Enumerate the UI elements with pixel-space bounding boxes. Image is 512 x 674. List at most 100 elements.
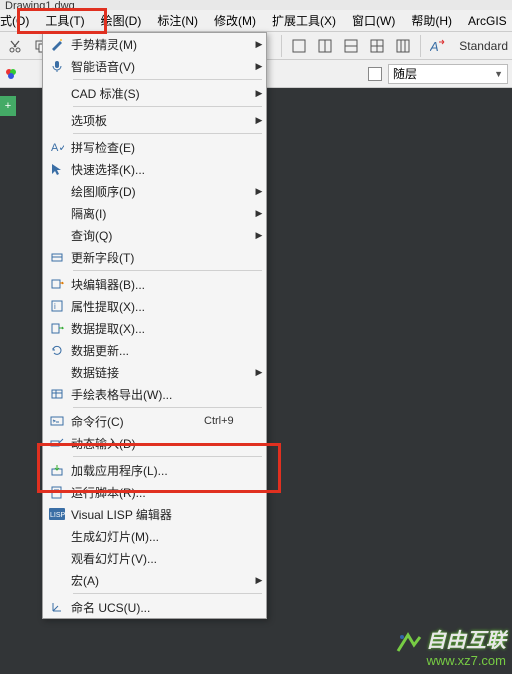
menu-separator — [73, 79, 262, 80]
menu-item-label: 命名 UCS(U)... — [71, 599, 204, 616]
svg-text:LISP: LISP — [50, 512, 65, 519]
color-swatch[interactable] — [368, 67, 382, 81]
menu-item[interactable]: 块编辑器(B)... — [43, 273, 266, 295]
menu-item-shortcut: Ctrl+9 — [204, 415, 252, 427]
menu-item-label: 隔离(I) — [71, 205, 204, 222]
color-button[interactable] — [4, 67, 20, 81]
submenu-arrow-icon: ▶ — [252, 115, 266, 126]
menu-item[interactable]: 动态输入(D) — [43, 432, 266, 454]
block-icon — [43, 277, 71, 291]
sidebar-tab[interactable]: + — [0, 96, 16, 116]
menu-item[interactable]: 命令行(C)Ctrl+9 — [43, 410, 266, 432]
menu-item[interactable]: 选项板 ▶ — [43, 109, 266, 131]
menu-item[interactable]: 更新字段(T) — [43, 246, 266, 268]
menu-item[interactable]: A✓拼写检查(E) — [43, 136, 266, 158]
menu-item[interactable]: 快速选择(K)... — [43, 158, 266, 180]
cut-button[interactable] — [4, 35, 26, 57]
menu-item-label: 数据更新... — [71, 342, 204, 359]
layer-combo-value: 随层 — [393, 65, 417, 82]
spell-icon: A✓ — [43, 140, 71, 154]
grid4-button[interactable] — [366, 35, 388, 57]
gridx-button[interactable] — [392, 35, 414, 57]
dyn-icon — [43, 436, 71, 450]
field-icon — [43, 250, 71, 264]
menu-item[interactable]: 手势精灵(M)▶ — [43, 33, 266, 55]
menu-draw[interactable]: 绘图(D) — [93, 9, 150, 32]
menu-item-label: 手势精灵(M) — [71, 36, 204, 53]
grid1-button[interactable] — [288, 35, 310, 57]
menu-item[interactable]: 数据提取(X)... — [43, 317, 266, 339]
submenu-arrow-icon: ▶ — [252, 186, 266, 197]
grid2-button[interactable] — [314, 35, 336, 57]
layer-combo[interactable]: 随层 ▼ — [388, 64, 508, 84]
menu-item-label: 命令行(C) — [71, 413, 204, 430]
separator — [281, 35, 282, 57]
menu-item[interactable]: 宏(A) ▶ — [43, 569, 266, 591]
menu-help[interactable]: 帮助(H) — [403, 9, 460, 32]
menu-separator — [73, 456, 262, 457]
text-style-label: Standard — [459, 39, 508, 53]
menu-format[interactable]: 式(O) — [0, 9, 37, 32]
menu-separator — [73, 106, 262, 107]
menu-item[interactable]: 数据更新... — [43, 339, 266, 361]
chevron-down-icon: ▼ — [494, 69, 503, 79]
menu-item-label: 数据链接 — [71, 364, 204, 381]
menu-item[interactable]: 运行脚本(R)... — [43, 481, 266, 503]
lisp-icon: LISP — [43, 508, 71, 520]
submenu-arrow-icon: ▶ — [252, 208, 266, 219]
svg-text:A✓: A✓ — [51, 142, 64, 154]
menu-item[interactable]: 隔离(I) ▶ — [43, 202, 266, 224]
submenu-arrow-icon: ▶ — [252, 61, 266, 72]
separator — [420, 35, 421, 57]
menu-item[interactable]: CAD 标准(S)▶ — [43, 82, 266, 104]
menu-window[interactable]: 窗口(W) — [344, 9, 403, 32]
menu-item[interactable]: LISP Visual LISP 编辑器 — [43, 503, 266, 525]
menu-item[interactable]: 绘图顺序(D) ▶ — [43, 180, 266, 202]
menu-item-label: 绘图顺序(D) — [71, 183, 204, 200]
menu-item-label: 智能语音(V) — [71, 58, 204, 75]
menu-item-label: 更新字段(T) — [71, 249, 204, 266]
menu-item-label: 属性提取(X)... — [71, 298, 204, 315]
menu-item[interactable]: 数据链接 ▶ — [43, 361, 266, 383]
menu-modify[interactable]: 修改(M) — [206, 9, 264, 32]
menu-item[interactable]: 智能语音(V) ▶ — [43, 55, 266, 77]
submenu-arrow-icon: ▶ — [252, 575, 266, 586]
menu-bar: 式(O) 工具(T) 绘图(D) 标注(N) 修改(M) 扩展工具(X) 窗口(… — [0, 10, 512, 32]
submenu-arrow-icon: ▶ — [252, 367, 266, 378]
menu-item-label: 运行脚本(R)... — [71, 484, 204, 501]
menu-item[interactable]: 命名 UCS(U)... — [43, 596, 266, 618]
script-icon — [43, 485, 71, 499]
svg-text:i: i — [54, 302, 56, 311]
menu-separator — [73, 593, 262, 594]
refresh-icon — [43, 343, 71, 357]
menu-item-label: 快速选择(K)... — [71, 161, 204, 178]
text-style-icon[interactable]: A — [427, 35, 449, 57]
submenu-arrow-icon: ▶ — [252, 230, 266, 241]
menu-item[interactable]: i 属性提取(X)... — [43, 295, 266, 317]
menu-item[interactable]: 加载应用程序(L)... — [43, 459, 266, 481]
menu-extension[interactable]: 扩展工具(X) — [264, 9, 344, 32]
menu-item-label: 查询(Q) — [71, 227, 204, 244]
menu-item[interactable]: 查询(Q) ▶ — [43, 224, 266, 246]
menu-item-label: CAD 标准(S) — [71, 85, 204, 102]
menu-item-label: 宏(A) — [71, 572, 204, 589]
menu-item-label: 块编辑器(B)... — [71, 276, 204, 293]
menu-separator — [73, 270, 262, 271]
menu-annotation[interactable]: 标注(N) — [149, 9, 206, 32]
menu-item-label: 数据提取(X)... — [71, 320, 204, 337]
menu-item[interactable]: 手绘表格导出(W)... — [43, 383, 266, 405]
menu-item[interactable]: 生成幻灯片(M)... — [43, 525, 266, 547]
menu-item-label: 选项板 — [71, 112, 204, 129]
menu-item-label: 动态输入(D) — [71, 435, 204, 452]
menu-item-label: 观看幻灯片(V)... — [71, 550, 204, 567]
menu-item[interactable]: 观看幻灯片(V)... — [43, 547, 266, 569]
menu-item-label: Visual LISP 编辑器 — [71, 506, 204, 523]
wizard-icon — [43, 37, 71, 51]
menu-tools[interactable]: 工具(T) — [37, 9, 92, 32]
menu-separator — [73, 133, 262, 134]
menu-arcgis[interactable]: ArcGIS — [460, 11, 512, 31]
grid3-button[interactable] — [340, 35, 362, 57]
menu-separator — [73, 407, 262, 408]
tools-dropdown: 手势精灵(M)▶智能语音(V)▶CAD 标准(S)▶选项板▶A✓拼写检查(E)快… — [42, 32, 267, 619]
cmd-icon — [43, 414, 71, 428]
